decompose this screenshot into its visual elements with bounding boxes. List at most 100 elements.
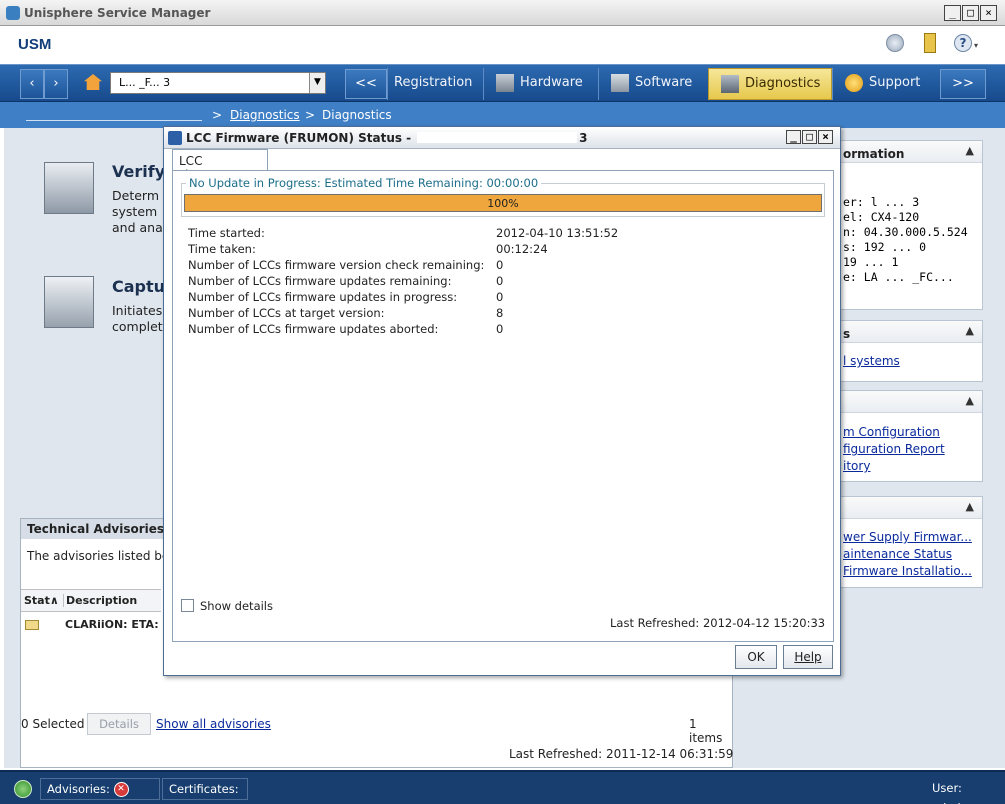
close-button[interactable]: × [980,5,997,21]
feature-verify-line: system [112,204,158,219]
at-target-version-value: 8 [496,306,504,320]
dialog-maximize-button[interactable]: □ [802,130,817,144]
header-band [0,26,1005,66]
tab-diagnostics[interactable]: Diagnostics [708,68,832,100]
tab-registration-label: Registration [394,75,473,90]
info-row: e: LA ... _FC... [843,270,954,284]
at-target-version-label: Number of LCCs at target version: [188,306,385,320]
panel-title: ormation [843,147,905,161]
collapse-icon[interactable]: ▲ [966,144,974,157]
maximize-button[interactable]: □ [962,5,979,21]
advisories-last-refreshed: Last Refreshed: 2011-12-14 06:31:59 [509,747,734,761]
capture-magnifier-icon [44,276,94,328]
dialog-title-text: LCC Firmware (FRUMON) Status - [186,131,412,145]
system-select[interactable]: L... _F... 3 ▼ [110,72,326,94]
tab-support[interactable]: Support [832,68,937,100]
dialog-title-suffix: 3 [579,131,588,145]
collapse-icon[interactable]: ▲ [966,394,974,407]
info-row: n: 04.30.000.5.524 [843,225,968,239]
power-supply-firmware-link[interactable]: wer Supply Firmwar... [843,530,972,544]
collapse-icon[interactable]: ▲ [966,324,974,337]
exit-door-icon[interactable] [924,33,936,53]
version-check-remaining-value: 0 [496,258,504,272]
time-started-label: Time started: [188,226,265,240]
breadcrumb-system-link[interactable] [26,111,202,121]
info-row: 19 ... 1 [843,255,899,269]
system-configuration-link[interactable]: m Configuration [843,425,940,439]
column-description[interactable]: Description [63,594,137,607]
software-icon [611,73,629,92]
lcc-firmware-status-dialog: LCC Firmware (FRUMON) Status - 3 _ □ × LC… [163,126,841,676]
home-icon[interactable] [84,74,102,90]
chevron-down-icon[interactable]: ▼ [309,73,325,93]
progress-legend: No Update in Progress: Estimated Time Re… [186,176,542,190]
status-bar: Advisories: ✕ Certificates: 2 User: admi… [0,770,1005,804]
app-icon [6,6,20,20]
tab-hardware[interactable]: Hardware [483,68,598,100]
time-started-value: 2012-04-10 13:51:52 [496,226,619,240]
feature-capture-line: Initiates [112,303,163,318]
updates-remaining-label: Number of LCCs firmware updates remainin… [188,274,452,288]
breadcrumb: > Diagnostics > Diagnostics [0,102,1005,128]
dialog-minimize-button[interactable]: _ [786,130,801,144]
advisories-status[interactable]: Advisories: ✕ [40,778,160,800]
breadcrumb-diagnostics-link[interactable]: Diagnostics [230,108,300,122]
show-details-checkbox[interactable] [181,599,194,612]
breadcrumb-current: Diagnostics [322,108,392,122]
alert-icon: ✕ [113,782,129,797]
window-title: Unisphere Service Manager [24,6,211,20]
version-check-remaining-label: Number of LCCs firmware version check re… [188,258,485,272]
feature-capture-line: complet [112,319,163,334]
updates-aborted-label: Number of LCCs firmware updates aborted: [188,322,439,336]
progress-group: No Update in Progress: Estimated Time Re… [181,176,825,217]
tab-hardware-label: Hardware [520,75,583,90]
feature-verify-line: and ana [112,220,163,235]
configuration-report-link[interactable]: figuration Report [843,442,945,456]
feature-verify-line: Determ [112,188,160,203]
dialog-close-button[interactable]: × [818,130,833,144]
details-button[interactable]: Details [87,713,151,735]
repository-link[interactable]: itory [843,459,870,473]
dialog-title: LCC Firmware (FRUMON) Status - 3 [186,131,588,145]
info-row: er: l ... 3 [843,195,920,209]
tab-lcc-firmware[interactable]: LCC Firmware [172,149,268,182]
help-dropdown-icon[interactable]: ▾ [974,41,978,50]
all-systems-link[interactable]: l systems [843,354,900,368]
table-row[interactable]: CLARiiON: ETA: [65,618,159,631]
time-taken-label: Time taken: [188,242,256,256]
feature-verify-title[interactable]: Verify [112,162,165,181]
help-icon[interactable]: ? [954,34,972,52]
dialog-app-icon [168,131,182,145]
help-button[interactable]: Help [783,645,833,669]
forward-button[interactable]: › [44,69,68,99]
dialog-body: No Update in Progress: Estimated Time Re… [172,170,834,642]
minimize-button[interactable]: _ [944,5,961,21]
tab-registration[interactable]: Registration [387,68,483,100]
certificates-status[interactable]: Certificates: 2 [162,778,248,804]
firmware-installation-link[interactable]: Firmware Installatio... [843,564,972,578]
nav-prev-button[interactable]: << [345,69,387,99]
nav-bar: ‹ › L... _F... 3 ▼ << Registration Hardw… [0,64,1005,102]
updates-remaining-value: 0 [496,274,504,288]
nav-next-button[interactable]: >> [940,69,986,99]
collapse-icon[interactable]: ▲ [966,500,974,513]
column-status[interactable]: Stat∧ [24,594,59,607]
back-button[interactable]: ‹ [20,69,44,99]
envelope-icon [25,620,39,630]
advisories-item-count: 1 items [689,717,723,745]
breadcrumb-separator: > [305,108,316,122]
updates-aborted-value: 0 [496,322,504,336]
show-all-advisories-link[interactable]: Show all advisories [156,717,271,731]
settings-gear-icon[interactable] [886,34,904,52]
dialog-last-refreshed: Last Refreshed: 2012-04-12 15:20:33 [610,616,826,630]
panel-title: s [843,327,851,341]
ok-button[interactable]: OK [735,645,777,669]
tab-software-label: Software [635,75,693,90]
tab-support-label: Support [869,75,921,90]
system-select-value: L... _F... 3 [119,76,171,89]
progress-percent: 100% [487,197,519,210]
redacted-serial [417,132,578,143]
maintenance-status-link[interactable]: aintenance Status [843,547,952,561]
tab-software[interactable]: Software [598,68,708,100]
info-row: el: CX4-120 [843,210,920,224]
